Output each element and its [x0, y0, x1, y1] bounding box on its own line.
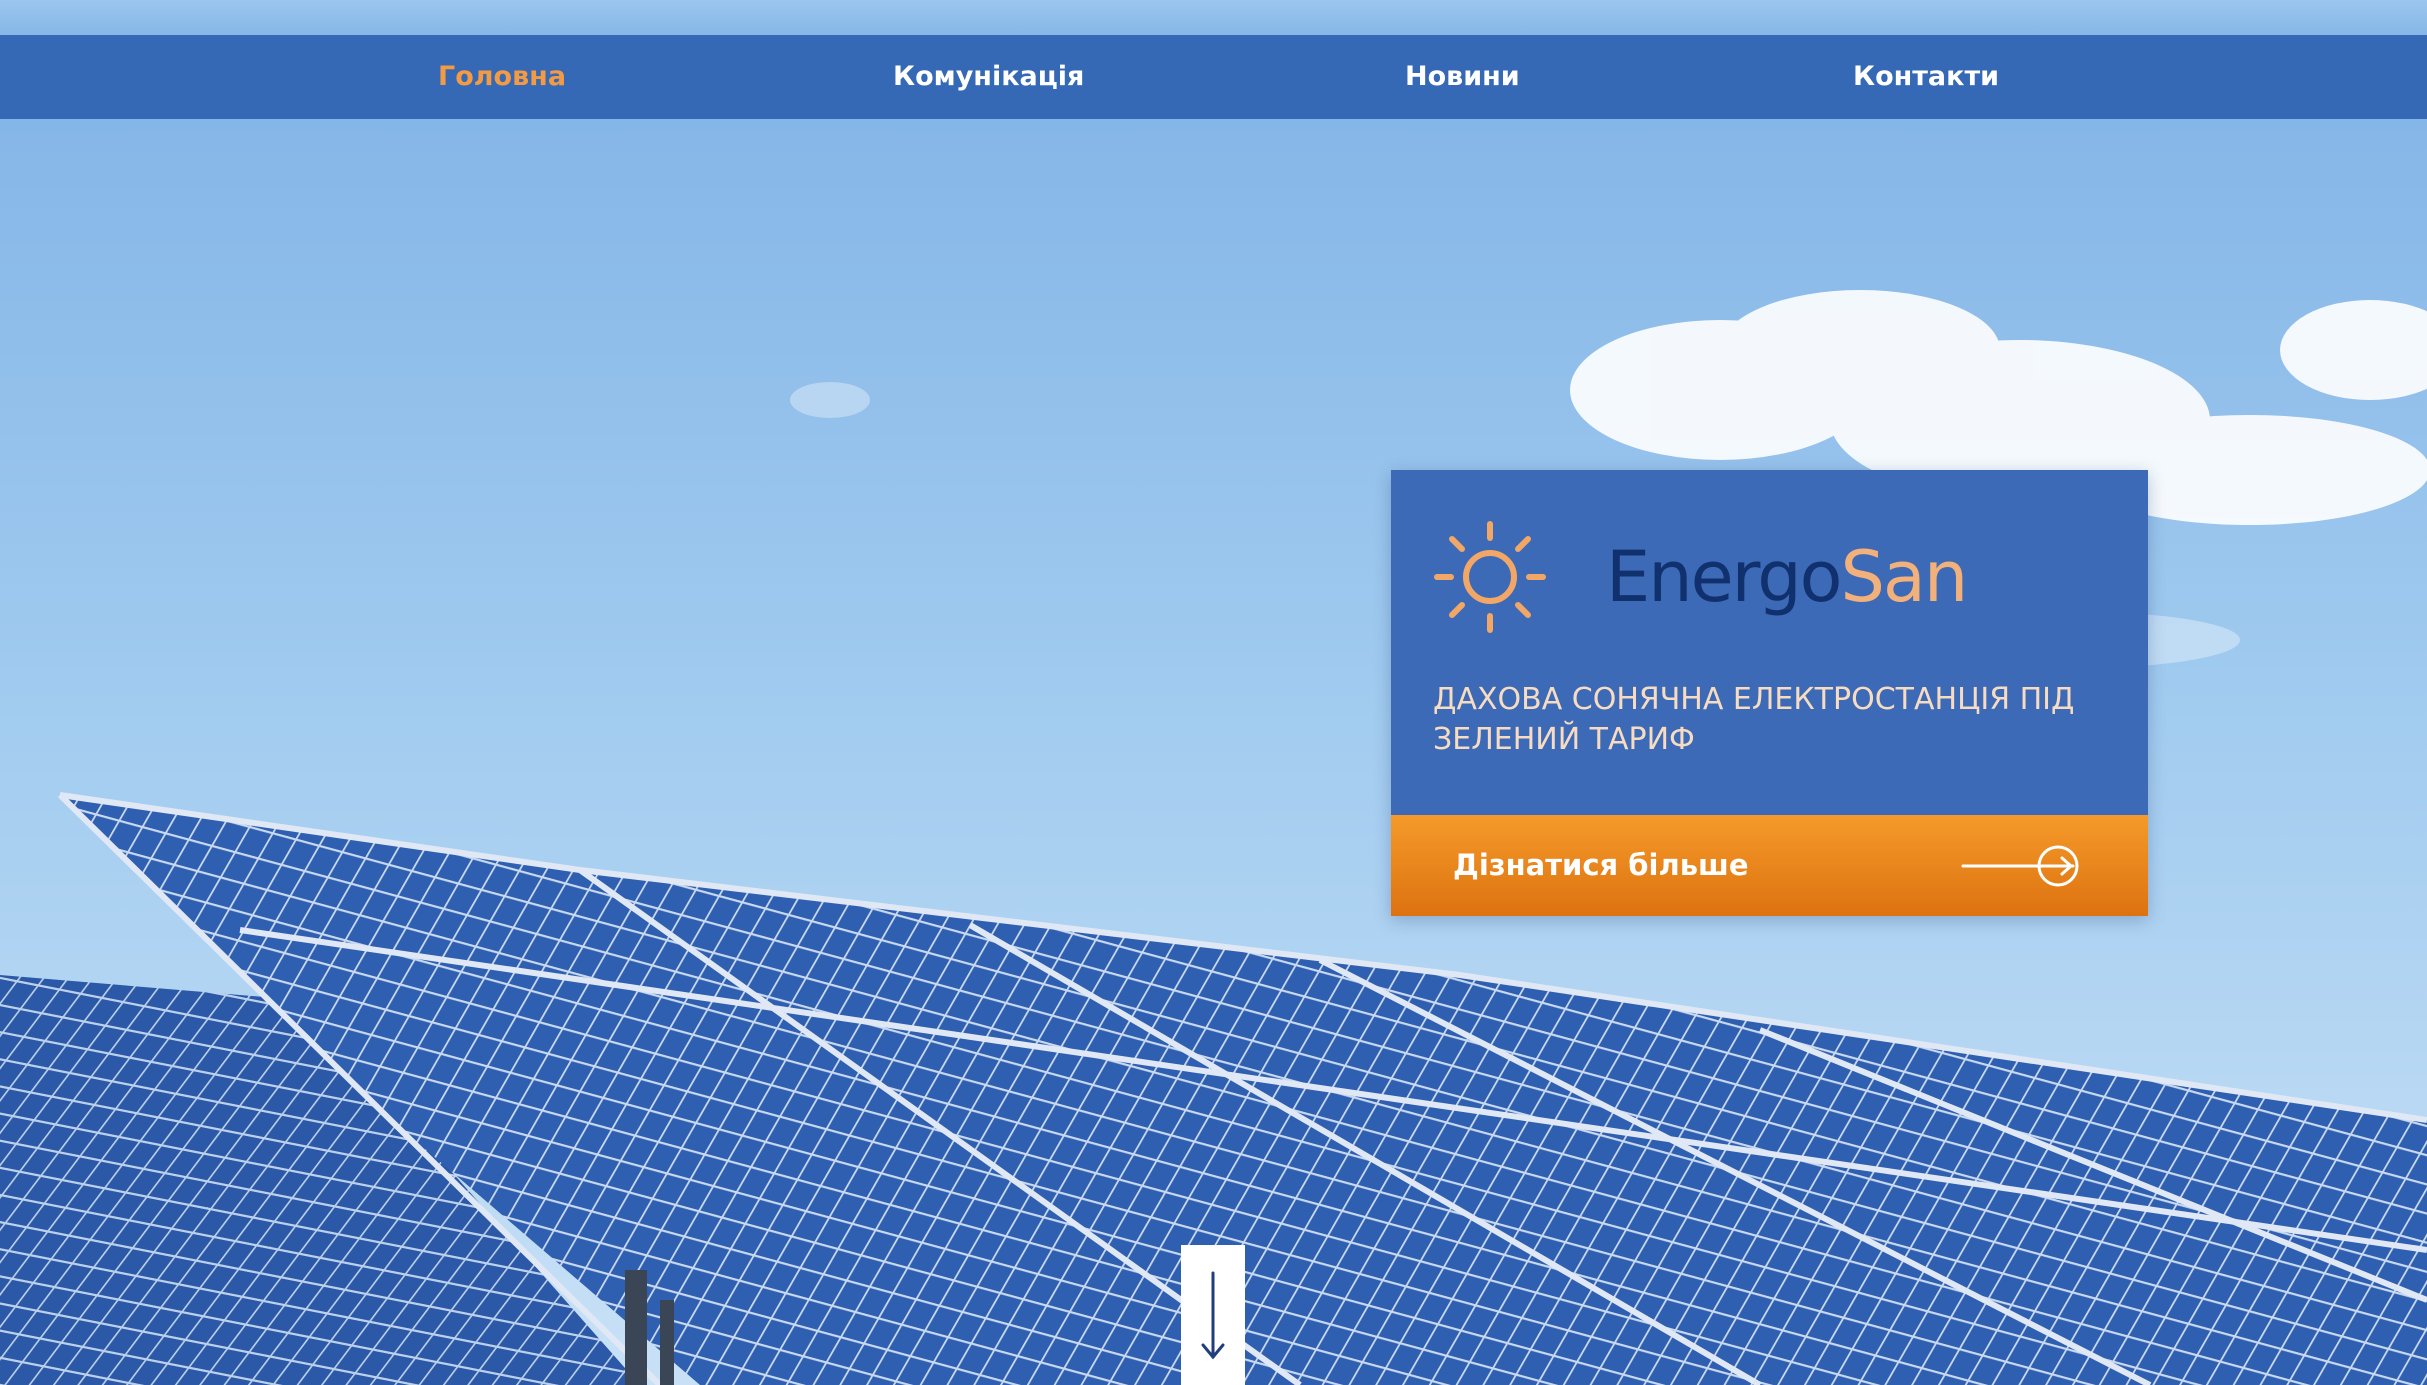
top-strip [0, 0, 2427, 35]
learn-more-label: Дізнатися більше [1453, 848, 1749, 882]
nav-item-news[interactable]: Новини [1405, 35, 1520, 119]
brand-logo-part1: Energo [1606, 536, 1842, 618]
arrow-down-icon [1201, 1271, 1225, 1360]
sun-icon [1434, 521, 1546, 633]
main-navigation: Головна Комунікація Новини Контакти [0, 35, 2427, 119]
learn-more-button[interactable]: Дізнатися більше [1391, 815, 2148, 916]
hero-card: EnergoSan ДАХОВА СОНЯЧНА ЕЛЕКТРОСТАНЦІЯ … [1391, 470, 2148, 916]
brand-logo[interactable]: EnergoSan [1606, 532, 1968, 622]
hero-card-header: EnergoSan ДАХОВА СОНЯЧНА ЕЛЕКТРОСТАНЦІЯ … [1391, 470, 2148, 815]
scroll-down-button[interactable] [1181, 1245, 1245, 1385]
nav-item-communication[interactable]: Комунікація [893, 35, 1084, 119]
arrow-right-circle-icon [1961, 845, 2079, 887]
nav-item-home[interactable]: Головна [438, 35, 566, 119]
nav-item-contacts[interactable]: Контакти [1853, 35, 1999, 119]
hero-tagline: ДАХОВА СОНЯЧНА ЕЛЕКТРОСТАНЦІЯ ПІД ЗЕЛЕНИ… [1433, 682, 2075, 757]
brand-logo-part2: San [1840, 536, 1968, 618]
